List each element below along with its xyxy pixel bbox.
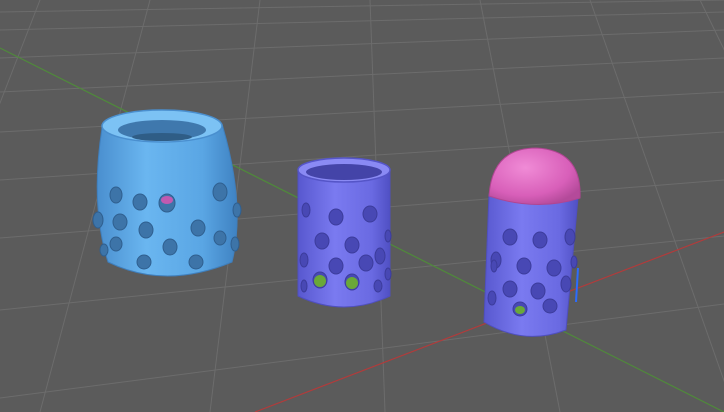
3d-viewport[interactable] — [0, 0, 724, 412]
capsule-object[interactable] — [483, 147, 581, 337]
cylinder-object[interactable] — [297, 157, 392, 308]
vase-object[interactable] — [92, 109, 242, 277]
